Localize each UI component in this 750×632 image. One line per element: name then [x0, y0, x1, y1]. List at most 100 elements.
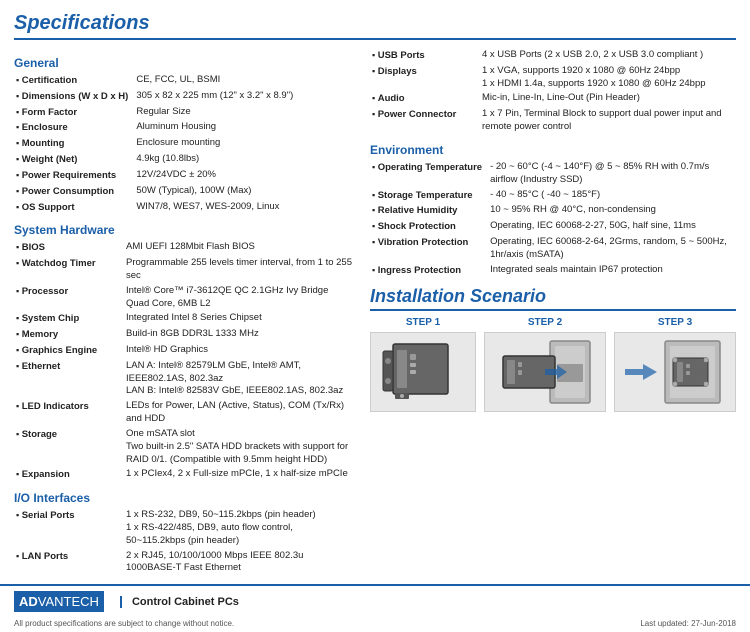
- spec-label: Relative Humidity: [370, 203, 488, 219]
- step-3-box: STEP 3: [614, 317, 736, 412]
- spec-label: Vibration Protection: [370, 235, 488, 263]
- spec-label: Processor: [14, 284, 124, 312]
- step-2-image: [484, 332, 606, 412]
- general-table: CertificationCE, FCC, UL, BSMIDimensions…: [14, 73, 354, 215]
- table-row: EthernetLAN A: Intel® 82579LM GbE, Intel…: [14, 359, 354, 399]
- spec-value: Integrated seals maintain IP67 protectio…: [488, 263, 736, 279]
- spec-value: 10 ~ 95% RH @ 40°C, non-condensing: [488, 203, 736, 219]
- spec-label: System Chip: [14, 311, 124, 327]
- footer-notice: All product specifications are subject t…: [14, 619, 234, 628]
- table-row: Shock ProtectionOperating, IEC 60068-2-2…: [370, 219, 736, 235]
- spec-label: Ingress Protection: [370, 263, 488, 279]
- spec-value: 4.9kg (10.8lbs): [134, 152, 354, 168]
- system-hardware-table: BIOSAMI UEFI 128Mbit Flash BIOSWatchdog …: [14, 240, 354, 483]
- table-row: Storage Temperature- 40 ~ 85°C ( -40 ~ 1…: [370, 188, 736, 204]
- table-row: AudioMic-in, Line-In, Line-Out (Pin Head…: [370, 91, 736, 107]
- spec-value: LAN A: Intel® 82579LM GbE, Intel® AMT, I…: [124, 359, 354, 399]
- spec-value: Enclosure mounting: [134, 136, 354, 152]
- spec-value: One mSATA slot Two built-in 2.5" SATA HD…: [124, 427, 354, 467]
- step-1-svg: [373, 336, 473, 408]
- table-row: Graphics EngineIntel® HD Graphics: [14, 343, 354, 359]
- spec-label: Serial Ports: [14, 508, 124, 548]
- table-row: Watchdog TimerProgrammable 255 levels ti…: [14, 256, 354, 284]
- step-2-label: STEP 2: [484, 317, 606, 328]
- table-row: Operating Temperature- 20 ~ 60°C (-4 ~ 1…: [370, 160, 736, 188]
- spec-label: Enclosure: [14, 120, 134, 136]
- step-2-box: STEP 2: [484, 317, 606, 412]
- spec-value: 305 x 82 x 225 mm (12" x 3.2" x 8.9"): [134, 89, 354, 105]
- spec-value: Intel® Core™ i7-3612QE QC 2.1GHz Ivy Bri…: [124, 284, 354, 312]
- table-row: OS SupportWIN7/8, WES7, WES-2009, Linux: [14, 200, 354, 216]
- spec-value: AMI UEFI 128Mbit Flash BIOS: [124, 240, 354, 256]
- spec-value: Regular Size: [134, 105, 354, 121]
- footer-product: Control Cabinet PCs: [120, 596, 736, 608]
- spec-value: - 40 ~ 85°C ( -40 ~ 185°F): [488, 188, 736, 204]
- spec-label: Displays: [370, 64, 480, 92]
- spec-label: Graphics Engine: [14, 343, 124, 359]
- spec-value: Operating, IEC 60068-2-27, 50G, half sin…: [488, 219, 736, 235]
- table-row: USB Ports4 x USB Ports (2 x USB 2.0, 2 x…: [370, 48, 736, 64]
- footer-logo: ADVANTECH: [14, 591, 104, 612]
- page-title: Specifications: [14, 12, 736, 40]
- io-continued-table: USB Ports4 x USB Ports (2 x USB 2.0, 2 x…: [370, 48, 736, 135]
- spec-value: - 20 ~ 60°C (-4 ~ 140°F) @ 5 ~ 85% RH wi…: [488, 160, 736, 188]
- table-row: MemoryBuild-in 8GB DDR3L 1333 MHz: [14, 327, 354, 343]
- spec-value: Mic-in, Line-In, Line-Out (Pin Header): [480, 91, 736, 107]
- spec-label: Shock Protection: [370, 219, 488, 235]
- table-row: Power Requirements12V/24VDC ± 20%: [14, 168, 354, 184]
- table-row: Displays1 x VGA, supports 1920 x 1080 @ …: [370, 64, 736, 92]
- table-row: MountingEnclosure mounting: [14, 136, 354, 152]
- spec-value: 1 x 7 Pin, Terminal Block to support dua…: [480, 107, 736, 135]
- spec-value: 1 x PCIex4, 2 x Full-size mPCIe, 1 x hal…: [124, 467, 354, 483]
- table-row: Relative Humidity10 ~ 95% RH @ 40°C, non…: [370, 203, 736, 219]
- logo-ad: AD: [19, 594, 38, 609]
- spec-label: OS Support: [14, 200, 134, 216]
- table-row: EnclosureAluminum Housing: [14, 120, 354, 136]
- section-environment: Environment: [370, 143, 736, 157]
- table-row: LAN Ports2 x RJ45, 10/100/1000 Mbps IEEE…: [14, 549, 354, 577]
- spec-label: LED Indicators: [14, 399, 124, 427]
- spec-label: BIOS: [14, 240, 124, 256]
- step-3-image: [614, 332, 736, 412]
- section-io-interfaces: I/O Interfaces: [14, 491, 354, 505]
- spec-label: Storage: [14, 427, 124, 467]
- spec-label: Power Connector: [370, 107, 480, 135]
- spec-label: Form Factor: [14, 105, 134, 121]
- spec-value: Intel® HD Graphics: [124, 343, 354, 359]
- step-1-box: STEP 1: [370, 317, 476, 412]
- spec-value: CE, FCC, UL, BSMI: [134, 73, 354, 89]
- spec-label: Power Requirements: [14, 168, 134, 184]
- table-row: BIOSAMI UEFI 128Mbit Flash BIOS: [14, 240, 354, 256]
- environment-table: Operating Temperature- 20 ~ 60°C (-4 ~ 1…: [370, 160, 736, 279]
- spec-label: Certification: [14, 73, 134, 89]
- table-row: System ChipIntegrated Intel 8 Series Chi…: [14, 311, 354, 327]
- spec-label: Operating Temperature: [370, 160, 488, 188]
- spec-label: Audio: [370, 91, 480, 107]
- spec-label: Power Consumption: [14, 184, 134, 200]
- step-3-svg: [615, 336, 735, 408]
- spec-value: Integrated Intel 8 Series Chipset: [124, 311, 354, 327]
- page: Specifications General CertificationCE, …: [0, 0, 750, 576]
- section-general: General: [14, 56, 354, 70]
- spec-value: Build-in 8GB DDR3L 1333 MHz: [124, 327, 354, 343]
- io-interfaces-table: Serial Ports1 x RS-232, DB9, 50~115.2kbp…: [14, 508, 354, 576]
- spec-label: LAN Ports: [14, 549, 124, 577]
- main-content: General CertificationCE, FCC, UL, BSMIDi…: [14, 48, 736, 576]
- table-row: Expansion1 x PCIex4, 2 x Full-size mPCIe…: [14, 467, 354, 483]
- table-row: LED IndicatorsLEDs for Power, LAN (Activ…: [14, 399, 354, 427]
- section-system-hardware: System Hardware: [14, 223, 354, 237]
- spec-label: Expansion: [14, 467, 124, 483]
- spec-value: 12V/24VDC ± 20%: [134, 168, 354, 184]
- spec-value: Operating, IEC 60068-2-64, 2Grms, random…: [488, 235, 736, 263]
- spec-value: 1 x RS-232, DB9, 50~115.2kbps (pin heade…: [124, 508, 354, 548]
- step-1-image: [370, 332, 476, 412]
- footer: ADVANTECH Control Cabinet PCs: [0, 584, 750, 617]
- spec-value: Aluminum Housing: [134, 120, 354, 136]
- spec-value: 1 x VGA, supports 1920 x 1080 @ 60Hz 24b…: [480, 64, 736, 92]
- footer-date: Last updated: 27-Jun-2018: [640, 619, 736, 628]
- right-column: USB Ports4 x USB Ports (2 x USB 2.0, 2 x…: [370, 48, 736, 576]
- table-row: Serial Ports1 x RS-232, DB9, 50~115.2kbp…: [14, 508, 354, 548]
- spec-label: Dimensions (W x D x H): [14, 89, 134, 105]
- step-1-label: STEP 1: [370, 317, 476, 328]
- footer-bottom: All product specifications are subject t…: [0, 617, 750, 632]
